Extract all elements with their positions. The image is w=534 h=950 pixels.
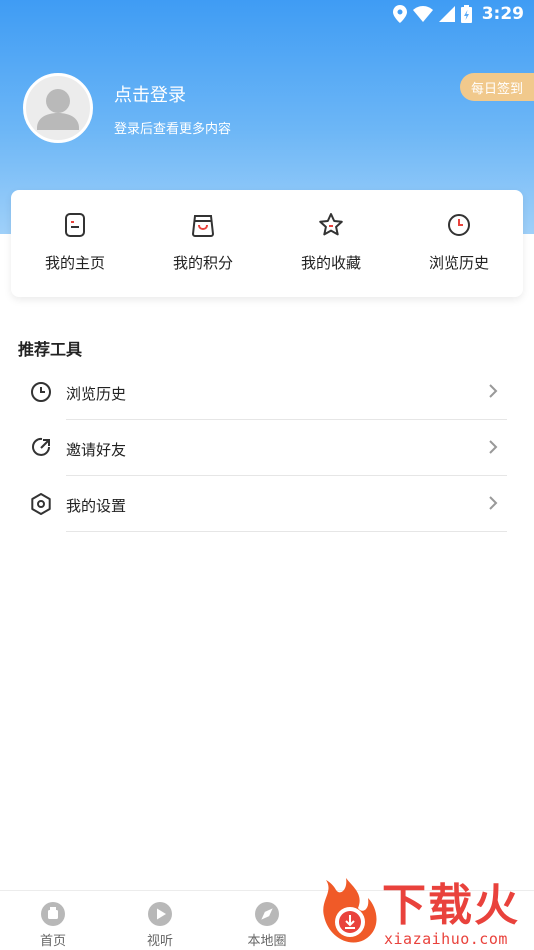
- avatar[interactable]: [23, 73, 93, 143]
- tool-item-browse-history[interactable]: 浏览历史: [0, 364, 534, 420]
- tool-item-label: 浏览历史: [66, 385, 127, 403]
- location-icon: [392, 5, 407, 23]
- home-icon: [41, 902, 65, 926]
- quick-action-label: 我的主页: [44, 254, 105, 272]
- chevron-right-icon: [489, 384, 498, 398]
- watermark-brand: 下载火: [382, 880, 520, 931]
- flame-logo-icon: [323, 878, 377, 943]
- watermark-url: xiazaihuo.com: [384, 930, 508, 948]
- quick-action-label: 我的积分: [172, 254, 233, 272]
- watermark-logo: 下载火 xiazaihuo.com: [312, 878, 534, 950]
- quick-action-history[interactable]: 浏览历史: [395, 190, 523, 297]
- quick-action-label: 浏览历史: [428, 254, 489, 272]
- share-icon: [32, 437, 50, 456]
- status-bar: 3:29: [0, 0, 534, 28]
- nav-item-home[interactable]: 首页: [13, 901, 93, 949]
- tool-item-invite-friends[interactable]: 邀请好友: [0, 420, 534, 476]
- compass-icon: [255, 902, 279, 926]
- nav-label: 本地圈: [247, 934, 287, 949]
- status-time: 3:29: [481, 4, 524, 24]
- play-icon: [148, 902, 172, 926]
- quick-action-label: 我的收藏: [300, 254, 361, 272]
- nav-item-media[interactable]: 视听: [120, 901, 200, 949]
- nav-label: 首页: [39, 934, 66, 949]
- tool-item-label: 我的设置: [66, 497, 127, 515]
- chevron-right-icon: [489, 440, 498, 454]
- shopping-bag-icon: [191, 215, 215, 237]
- quick-action-points[interactable]: 我的积分: [139, 190, 267, 297]
- cell-signal-icon: [438, 6, 455, 22]
- tools-section-title: 推荐工具: [18, 340, 83, 359]
- clock-icon: [31, 382, 51, 402]
- wifi-icon: [412, 6, 433, 22]
- user-icon: [37, 89, 79, 130]
- tool-item-settings[interactable]: 我的设置: [0, 476, 534, 532]
- daily-checkin-button[interactable]: 每日签到: [460, 73, 534, 101]
- quick-actions-card: 我的主页 我的积分 我的收藏 浏览历史: [11, 190, 523, 297]
- nav-item-local[interactable]: 本地圈: [227, 901, 307, 949]
- chevron-right-icon: [489, 496, 498, 510]
- star-icon: [319, 213, 343, 236]
- divider: [66, 531, 507, 532]
- tool-item-label: 邀请好友: [66, 441, 127, 459]
- settings-icon: [31, 493, 51, 515]
- quick-action-homepage[interactable]: 我的主页: [11, 190, 139, 297]
- battery-icon: [460, 5, 472, 23]
- nav-label: 视听: [146, 934, 173, 949]
- login-title[interactable]: 点击登录: [114, 81, 186, 107]
- login-subtitle: 登录后查看更多内容: [114, 122, 232, 137]
- quick-action-favorites[interactable]: 我的收藏: [267, 190, 395, 297]
- clock-icon: [448, 214, 470, 236]
- note-icon: [65, 213, 85, 237]
